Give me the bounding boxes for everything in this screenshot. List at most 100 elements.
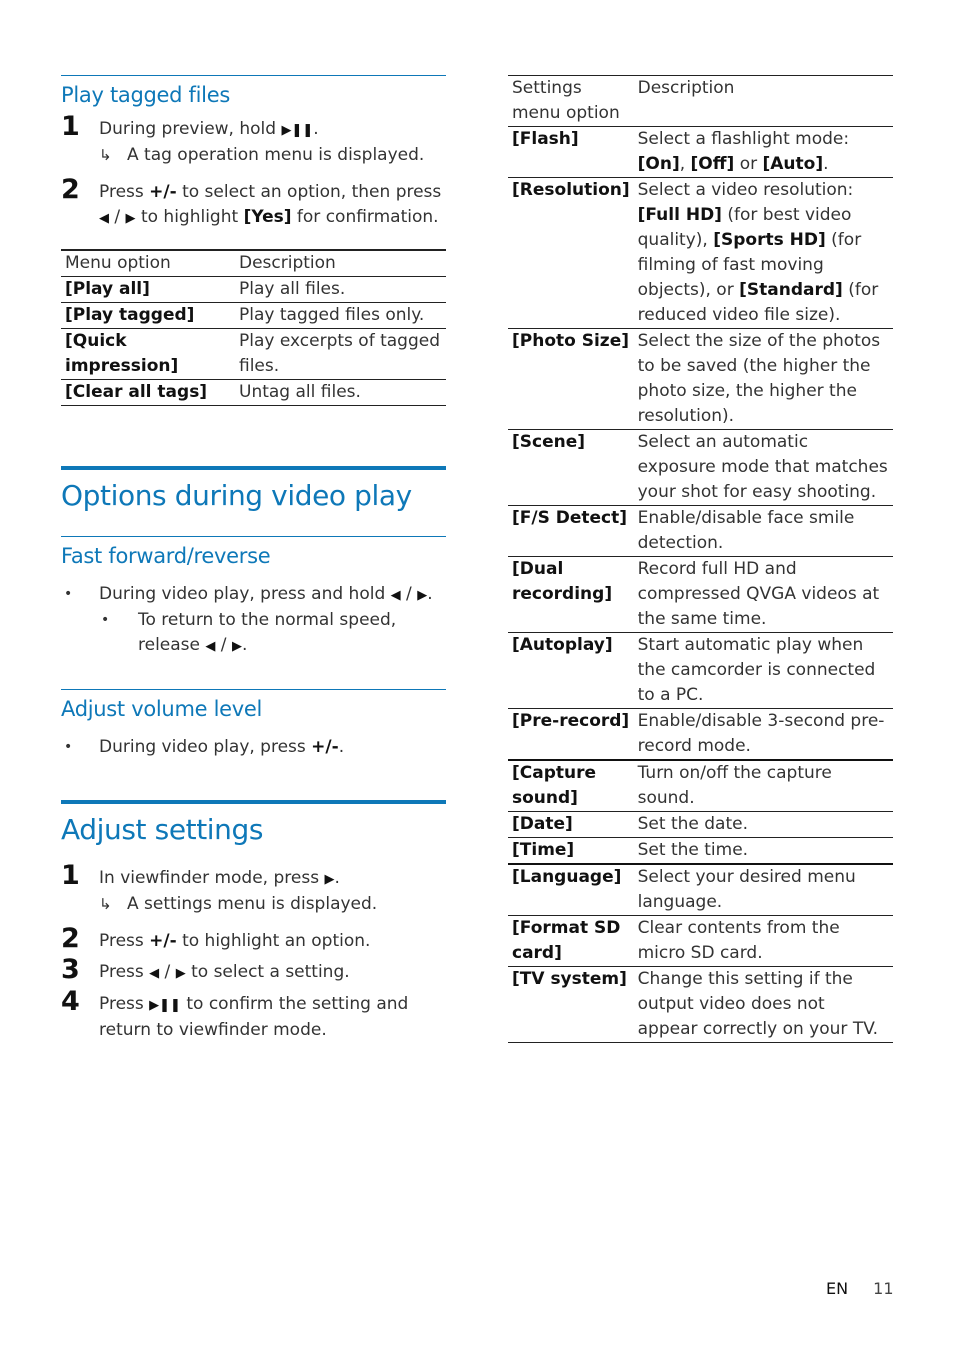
table-row: [Play all] Play all files. (61, 276, 446, 303)
description-cell: Start automatic play when the camcorder … (633, 632, 893, 709)
table-row: [Clear all tags] Untag all files. (61, 379, 446, 406)
step-item: 2 Press +/- to select an option, then pr… (61, 174, 442, 227)
step-number: 2 (61, 923, 80, 954)
right-arrow-icon: ▶ (231, 639, 242, 654)
menu-option-cell: [Play tagged] (61, 302, 235, 329)
settings-option-cell: [Time] (508, 837, 634, 865)
description-cell: Enable/disable 3-second pre-record mode. (633, 708, 893, 761)
menu-option-cell: [Quick impression] (61, 328, 235, 380)
table-row: [Autoplay] Start automatic play when the … (508, 632, 893, 709)
right-arrow-icon: ▶ (324, 872, 335, 887)
left-arrow-icon: ◀ (205, 639, 216, 654)
result-arrow-icon: ↳ (99, 146, 112, 164)
column-header: Description (235, 250, 446, 277)
description-cell: Record full HD and compressed QVGA video… (633, 556, 893, 633)
result-arrow-icon: ↳ (99, 895, 112, 913)
table-row: [Flash] Select a flashlight mode: [On], [… (508, 126, 893, 178)
menu-option-cell: [Clear all tags] (61, 379, 235, 406)
settings-option-cell: [Autoplay] (508, 632, 634, 709)
section-heading-volume: Adjust volume level (61, 689, 446, 723)
step-item: 2 Press +/- to highlight an option. (61, 923, 371, 954)
description-cell: Untag all files. (235, 379, 446, 406)
settings-option-cell: [Language] (508, 864, 634, 916)
page-number: 11 (873, 1279, 894, 1298)
step-number: 2 (61, 174, 80, 205)
settings-option-cell: [Date] (508, 811, 634, 838)
step-number: 1 (61, 111, 80, 142)
volume-bullets: During video play, press +/-. (61, 735, 446, 760)
step-result: ↳ A settings menu is displayed. (99, 892, 446, 917)
left-arrow-icon: ◀ (149, 966, 160, 981)
column-header: Menu option (61, 250, 235, 277)
table-row: [Scene] Select an automatic exposure mode… (508, 429, 893, 506)
table-row: [Pre-record] Enable/disable 3-second pre-… (508, 708, 893, 761)
play-tagged-steps: 1 During preview, hold ▶❚❚. ↳ A tag opera… (61, 111, 446, 231)
step-number: 1 (61, 860, 80, 891)
settings-option-cell: [Scene] (508, 429, 634, 506)
settings-option-cell: [TV system] (508, 966, 634, 1043)
description-cell: Change this setting if the output video … (633, 966, 893, 1043)
table-row: [F/S Detect] Enable/disable face smile de… (508, 505, 893, 557)
left-arrow-icon: ◀ (390, 588, 401, 603)
step-item: 4 Press ▶❚❚ to confirm the setting and r… (61, 986, 409, 1040)
table-row: [Play tagged] Play tagged files only. (61, 302, 446, 329)
table-header-row: Settings menu option Description (508, 75, 893, 127)
step-number: 4 (61, 986, 80, 1017)
settings-option-cell: [Pre-record] (508, 708, 634, 761)
settings-option-cell: [Dual recording] (508, 556, 634, 633)
right-arrow-icon: ▶ (175, 966, 186, 981)
section-heading-options-video: Options during video play (61, 466, 446, 516)
section-heading-play-tagged: Play tagged files (61, 75, 446, 109)
description-cell: Turn on/off the capture sound. (633, 760, 893, 812)
right-arrow-icon: ▶ (417, 588, 428, 603)
table-row: [TV system] Change this setting if the ou… (508, 966, 893, 1043)
description-cell: Play all files. (235, 276, 446, 303)
language-code: EN (826, 1279, 849, 1298)
play-pause-icon: ▶❚❚ (281, 123, 314, 138)
menu-option-cell: [Play all] (61, 276, 235, 303)
settings-option-cell: [Photo Size] (508, 328, 634, 430)
table-row: [Dual recording] Record full HD and compr… (508, 556, 893, 633)
description-cell: Select the size of the photos to be save… (633, 328, 893, 430)
step-item: 1 In viewfinder mode, press ▶. ↳ A settin… (61, 860, 446, 917)
step-number: 3 (61, 954, 80, 985)
section-heading-adjust-settings: Adjust settings (61, 800, 446, 850)
table-row: [Resolution] Select a video resolution: [… (508, 177, 893, 329)
table-row: [Capture sound] Turn on/off the capture s… (508, 760, 893, 812)
column-header: Description (633, 75, 893, 127)
description-cell: Enable/disable face smile detection. (633, 505, 893, 557)
description-cell: Clear contents from the micro SD card. (633, 915, 893, 967)
settings-option-cell: [Capture sound] (508, 760, 634, 812)
bullet-item: To return to the normal speed, release ◀… (61, 608, 446, 659)
table-row: [Format SD card] Clear contents from the … (508, 915, 893, 967)
settings-menu-table: Settings menu option Description [Flash]… (508, 75, 893, 1043)
table-row: [Time] Set the time. (508, 837, 893, 865)
settings-option-cell: [Format SD card] (508, 915, 634, 967)
step-item: 1 During preview, hold ▶❚❚. ↳ A tag opera… (61, 111, 446, 168)
description-cell: Play excerpts of tagged files. (235, 328, 446, 380)
fast-forward-bullets: During video play, press and hold ◀ / ▶.… (61, 582, 446, 659)
adjust-settings-steps: 1 In viewfinder mode, press ▶. ↳ A settin… (61, 860, 446, 1043)
play-pause-icon: ▶❚❚ (149, 998, 181, 1013)
description-cell: Select a flashlight mode: [On], [Off] or… (633, 126, 893, 178)
step-result: ↳ A tag operation menu is displayed. (99, 143, 446, 168)
step-item: 3 Press ◀ / ▶ to select a setting. (61, 954, 350, 985)
bullet-item: During video play, press +/-. (61, 735, 446, 760)
column-header: Settings menu option (508, 75, 634, 127)
section-heading-fast-forward: Fast forward/reverse (61, 536, 446, 570)
description-cell: Set the date. (633, 811, 893, 838)
settings-option-cell: [Resolution] (508, 177, 634, 329)
right-arrow-icon: ▶ (125, 211, 136, 226)
description-cell: Select a video resolution: [Full HD] (fo… (633, 177, 893, 329)
settings-option-cell: [Flash] (508, 126, 634, 178)
description-cell: Select an automatic exposure mode that m… (633, 429, 893, 506)
tag-menu-table: Menu option Description [Play all] Play a… (61, 249, 446, 406)
table-row: [Quick impression] Play excerpts of tagge… (61, 328, 446, 380)
table-row: [Date] Set the date. (508, 811, 893, 838)
description-cell: Select your desired menu language. (633, 864, 893, 916)
page-footer: EN 11 (826, 1279, 894, 1298)
left-column: Play tagged files 1 During preview, hold… (61, 75, 446, 1043)
table-header-row: Menu option Description (61, 250, 446, 277)
bullet-item: During video play, press and hold ◀ / ▶. (61, 582, 446, 608)
settings-option-cell: [F/S Detect] (508, 505, 634, 557)
